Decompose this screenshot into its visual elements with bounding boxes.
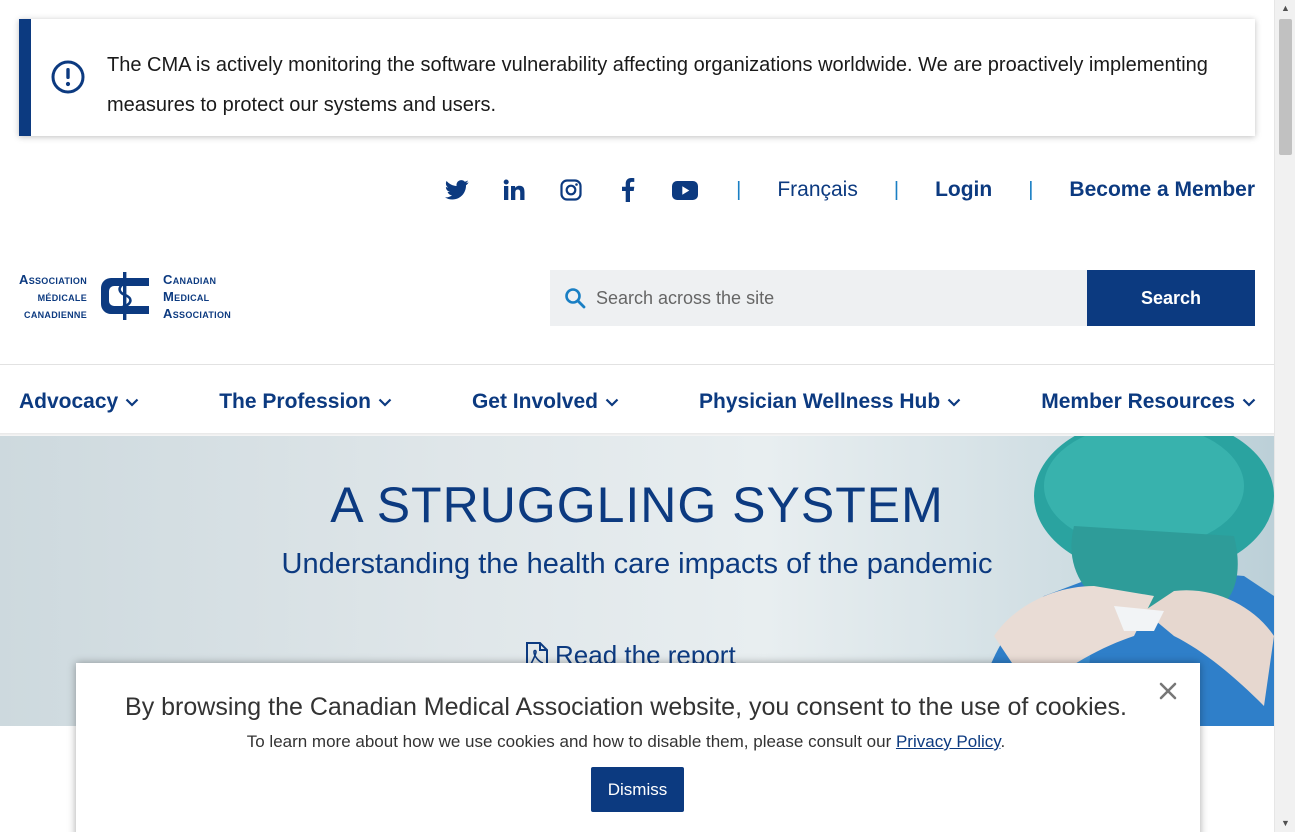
chevron-down-icon — [605, 398, 619, 407]
search-bar: Search across the site Search — [550, 270, 1255, 326]
separator: | — [736, 178, 742, 201]
chevron-down-icon — [1242, 398, 1256, 407]
separator: | — [1028, 178, 1034, 201]
logo-text-english: Canadian Medical Association — [163, 271, 232, 321]
youtube-icon[interactable] — [670, 175, 700, 205]
scroll-up-icon[interactable]: ▲ — [1275, 0, 1295, 17]
nav-item-member-resources[interactable]: Member Resources — [1041, 390, 1256, 414]
twitter-icon[interactable] — [442, 175, 472, 205]
cookie-title: By browsing the Canadian Medical Associa… — [125, 693, 1127, 721]
search-icon — [565, 288, 586, 309]
scroll-thumb[interactable] — [1279, 19, 1292, 155]
linkedin-icon[interactable] — [499, 175, 529, 205]
nav-item-physician-wellness-hub[interactable]: Physician Wellness Hub — [699, 390, 961, 414]
chevron-down-icon — [378, 398, 392, 407]
separator: | — [893, 178, 900, 201]
chevron-down-icon — [947, 398, 961, 407]
nav-item-the-profession[interactable]: The Profession — [219, 390, 392, 414]
become-member-link[interactable]: Become a Member — [1069, 178, 1255, 202]
cookie-text: To learn more about how we use cookies a… — [246, 732, 1006, 751]
instagram-icon[interactable] — [556, 175, 586, 205]
header-divider — [0, 364, 1274, 365]
caduceus-logo-icon — [101, 272, 150, 320]
hero-title: A STRUGGLING SYSTEM — [330, 477, 944, 533]
cookie-banner: By browsing the Canadian Medical Associa… — [76, 663, 1200, 832]
login-link[interactable]: Login — [935, 178, 992, 202]
privacy-policy-link[interactable]: Privacy Policy — [896, 732, 1001, 751]
search-button[interactable]: Search — [1087, 270, 1255, 326]
search-input[interactable]: Search across the site — [550, 270, 1087, 326]
scroll-down-icon[interactable]: ▼ — [1275, 815, 1295, 832]
nav-item-advocacy[interactable]: Advocacy — [19, 390, 139, 414]
logo-text-french: Association médicale canadienne — [19, 271, 88, 321]
exclamation-circle-icon — [51, 60, 85, 94]
alert-message: The CMA is actively monitoring the softw… — [107, 54, 1208, 116]
main-nav: Advocacy The Profession Get Involved Phy… — [19, 386, 1256, 418]
social-links — [442, 175, 700, 205]
page: The CMA is actively monitoring the softw… — [0, 0, 1295, 832]
scrollbar[interactable]: ▲ ▼ — [1274, 0, 1295, 832]
hero-subtitle: Understanding the health care impacts of… — [281, 548, 993, 580]
utility-nav: | Français | Login | Become a Member — [442, 170, 1255, 210]
search-placeholder: Search across the site — [596, 287, 775, 308]
language-link[interactable]: Français — [777, 178, 858, 202]
dismiss-button[interactable]: Dismiss — [591, 767, 684, 812]
nav-item-get-involved[interactable]: Get Involved — [472, 390, 619, 414]
alert-banner: The CMA is actively monitoring the softw… — [19, 19, 1255, 136]
chevron-down-icon — [125, 398, 139, 407]
cma-logo[interactable]: Association médicale canadienne Canadian… — [19, 268, 231, 324]
facebook-icon[interactable] — [613, 175, 643, 205]
